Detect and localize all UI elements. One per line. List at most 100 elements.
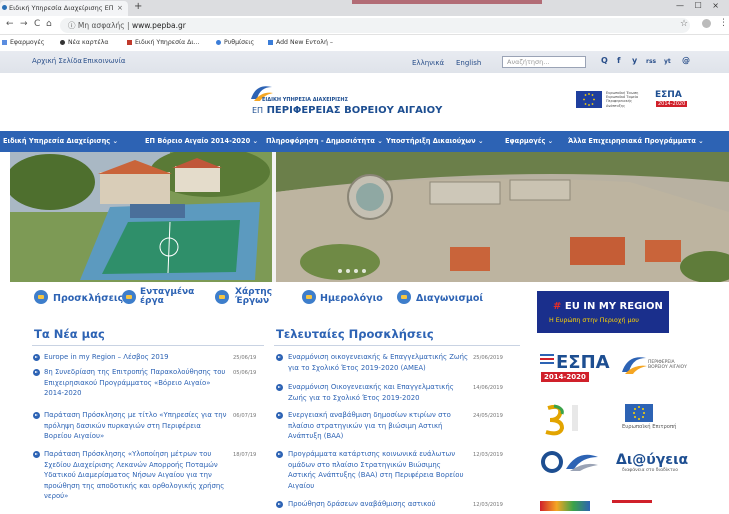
region-north-aegean-icon[interactable] (620, 352, 648, 378)
eu-fund-text: Ευρωπαϊκή Ένωση Ευρωπαϊκό Ταμείο Περιφερ… (606, 91, 639, 108)
news-item[interactable]: 8η Συνεδρίαση της Επιτροπής Παρακολούθησ… (44, 367, 230, 399)
globe-icon (60, 39, 65, 45)
quick-link-tenders[interactable]: Διαγωνισμοί (416, 293, 483, 304)
news-item[interactable]: Europe in my Region – Λέσβος 2019 (44, 352, 224, 363)
contact-link[interactable]: Επικοινωνία (83, 57, 125, 65)
nav-other-programmes[interactable]: Άλλα Επιχειρησιακά Προγράμματα ⌄ (568, 137, 704, 145)
call-item[interactable]: Προώθηση δράσεων αναβάθμισης αστικού (288, 499, 470, 510)
slider-dot[interactable] (354, 269, 358, 273)
nav-information[interactable]: Πληροφόρηση - Δημοσιότητα ⌄ (266, 137, 383, 145)
call-item[interactable]: Ενεργειακή αναβάθμιση δημοσίων κτιρίων σ… (288, 410, 470, 442)
diavgeia-subtitle: διαφάνεια στο διαδίκτυο (622, 468, 679, 473)
espa-years: 2014-2020 (656, 101, 688, 107)
nav-applications[interactable]: Εφαρμογές ⌄ (505, 137, 553, 145)
sidebar-banner-strip-2[interactable] (612, 500, 652, 511)
address-bar[interactable]: ⓘ Μη ασφαλής | www.pepba.gr (60, 18, 690, 33)
news-date: 06/07/19 (233, 413, 257, 419)
call-date: 14/06/2019 (473, 385, 503, 391)
news-title: Τα Νέα μας (34, 327, 105, 341)
gear-icon (216, 39, 221, 45)
facebook-icon[interactable]: f (617, 56, 620, 65)
bookmark-new-tab[interactable]: Νέα καρτέλα (60, 36, 108, 49)
site-search-input[interactable]: Αναζήτηση... (502, 56, 586, 68)
nav-op-north-aegean[interactable]: ΕΠ Βόρειο Αιγαίο 2014-2020 ⌄ (145, 137, 258, 145)
tab-close-icon[interactable]: × (117, 1, 123, 15)
quick-link-calls[interactable]: Προσκλήσεις (53, 293, 123, 304)
bookmark-settings[interactable]: Ρυθμίσεις (216, 36, 254, 49)
call-item[interactable]: Προγράμματα κατάρτισης κοινωνικά ευάλωτω… (288, 449, 470, 491)
tenders-icon (397, 290, 411, 304)
slider-dot[interactable] (338, 269, 342, 273)
region-logo-icon[interactable] (248, 81, 274, 107)
espa-stripes-icon (540, 354, 554, 364)
home-link[interactable]: Αρχική Σελίδα (32, 57, 82, 65)
espa-banner-title: ΕΣΠΑ (556, 352, 610, 373)
nav-managing-authority[interactable]: Ειδική Υπηρεσία Διαχείρισης ⌄ (3, 137, 118, 145)
bookmark-add-new[interactable]: Add New Εντολή – (268, 36, 333, 49)
eu-commission-label: Ευρωπαϊκή Επιτροπή (622, 424, 677, 430)
site-utility-bar: Αρχική Σελίδα Επικοινωνία Ελληνικά Engli… (0, 51, 729, 73)
calls-bullet-icon (276, 384, 283, 391)
slider-dot[interactable] (362, 269, 366, 273)
youtube-icon[interactable]: yt (664, 58, 671, 65)
calendar-icon (302, 290, 316, 304)
call-date: 24/05/2019 (473, 413, 503, 419)
bookmark-star-icon[interactable]: ☆ (680, 19, 688, 29)
region-logo-text: ΠΕΡΙΦΕΡΕΙΑ ΒΟΡΕΙΟΥ ΑΙΓΑΙΟΥ (648, 360, 687, 370)
browser-menu-icon[interactable]: ⋮ (719, 18, 728, 28)
news-bullet-icon (33, 369, 40, 376)
sidebar-banner-strip[interactable] (540, 501, 590, 511)
reload-icon[interactable]: C (34, 19, 40, 29)
diavgeia-logo[interactable]: Δι@ύγεια (616, 452, 688, 468)
tab-title: Ειδική Υπηρεσία Διαχείρισης ΕΠ (9, 4, 114, 12)
logo-subtitle: ΕΙΔΙΚΗ ΥΠΗΡΕΣΙΑ ΔΙΑΧΕΙΡΙΣΗΣ (262, 97, 349, 103)
slider-dots[interactable] (338, 258, 370, 277)
lang-english[interactable]: English (456, 59, 481, 67)
bookmark-site[interactable]: Ειδική Υπηρεσία Δι... (127, 36, 199, 49)
window-controls[interactable]: — ☐ × (676, 1, 723, 10)
s3-logo-text-block (572, 405, 578, 431)
calls-bullet-icon (276, 354, 283, 361)
news-item[interactable]: Παράταση Πρόσκλησης «Υλοποίηση μέτρων το… (44, 449, 230, 502)
site-header: ΕΙΔΙΚΗ ΥΠΗΡΕΣΙΑ ΔΙΑΧΕΙΡΙΣΗΣ ΕΠ ΠΕΡΙΦΕΡΕΙ… (0, 73, 729, 131)
twitter-icon[interactable]: y (632, 56, 637, 65)
logos-swirl-icon[interactable] (540, 449, 600, 475)
call-item[interactable]: Εναρμόνιση Οικογενειακής και Επαγγελματι… (288, 382, 470, 403)
browser-tab[interactable]: Ειδική Υπηρεσία Διαχείρισης ΕΠ × (0, 1, 128, 16)
quick-link-map[interactable]: Χάρτης Έργων (235, 288, 272, 306)
logo-title[interactable]: ΕΠ ΠΕΡΙΦΕΡΕΙΑΣ ΒΟΡΕΙΟΥ ΑΙΓΑΙΟΥ (252, 105, 442, 116)
espa-logo: ΕΣΠΑ (655, 90, 682, 100)
back-icon[interactable]: ← (6, 19, 14, 29)
news-bullet-icon (33, 451, 40, 458)
tabbar-accent (352, 0, 542, 4)
profile-icon[interactable] (702, 19, 711, 28)
call-date: 12/03/2019 (473, 502, 503, 508)
url-host: www.pepba.gr (131, 21, 186, 30)
security-indicator[interactable]: ⓘ Μη ασφαλής | (68, 21, 130, 30)
search-icon[interactable]: Q (601, 56, 608, 65)
espa-banner-years: 2014-2020 (541, 372, 589, 382)
s3-logo-icon[interactable] (540, 402, 570, 436)
email-icon[interactable]: @ (682, 56, 690, 65)
calls-divider (274, 345, 520, 346)
news-bullet-icon (33, 412, 40, 419)
calls-icon (34, 290, 48, 304)
call-item[interactable]: Εναρμόνιση οικογενειακής & Επαγγελματική… (288, 352, 470, 373)
home-icon[interactable]: ⌂ (46, 19, 52, 29)
main-nav: Ειδική Υπηρεσία Διαχείρισης ⌄ ΕΠ Βόρειο … (0, 131, 729, 152)
bookmark-apps[interactable]: Εφαρμογές (2, 36, 44, 49)
quick-link-projects[interactable]: Ενταγμένα έργα (140, 288, 194, 306)
forward-icon[interactable]: → (20, 19, 28, 29)
rss-icon[interactable]: rss (646, 58, 656, 65)
slider-dot[interactable] (346, 269, 350, 273)
news-item[interactable]: Παράταση Πρόσκλησης με τίτλο «Υπηρεσίες … (44, 410, 230, 442)
arrow-icon (268, 39, 273, 45)
lang-greek[interactable]: Ελληνικά (412, 59, 444, 67)
new-tab-button[interactable]: + (134, 1, 142, 12)
news-divider (32, 345, 264, 346)
eu-in-my-region-banner[interactable]: # EU IN MY REGION Η Ευρώπη στην Περιοχή … (537, 291, 669, 333)
quick-link-calendar[interactable]: Ημερολόγιο (320, 293, 383, 304)
news-date: 05/06/19 (233, 370, 257, 376)
eu-commission-flag-icon[interactable] (625, 404, 653, 422)
nav-beneficiary-support[interactable]: Υποστήριξη Δικαιούχων ⌄ (386, 137, 483, 145)
